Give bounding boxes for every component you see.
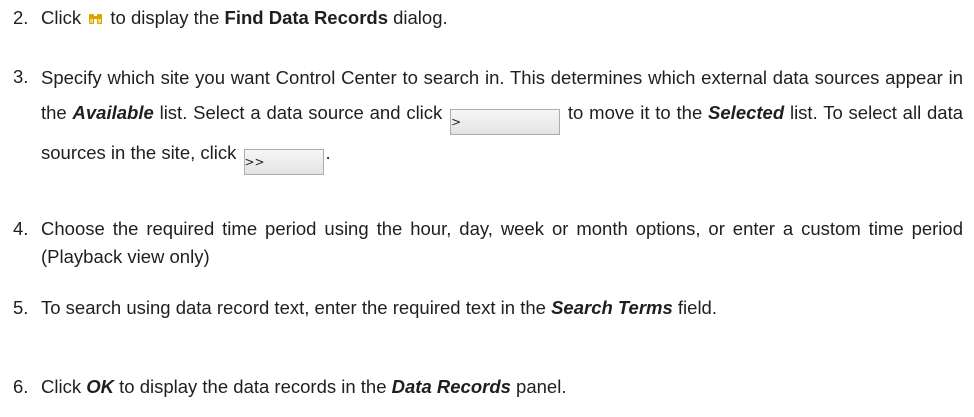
step-4: 4. Choose the required time period using… — [13, 215, 963, 271]
step-number: 2. — [13, 7, 29, 28]
step-5: 5. To search using data record text, ent… — [13, 294, 963, 322]
step-3: 3. Specify which site you want Control C… — [13, 63, 963, 175]
step-text: To search using data record text, enter … — [41, 297, 717, 318]
step-number: 5. — [13, 297, 29, 318]
step-text: Specify which site you want Control Cent… — [41, 60, 963, 175]
binoculars-icon — [89, 14, 103, 24]
step-2: 2. Click to display the Find Data Record… — [13, 4, 963, 32]
move-selected-button[interactable]: > — [450, 109, 561, 135]
step-6: 6. Click OK to display the data records … — [13, 373, 963, 401]
step-number: 3. — [13, 66, 29, 87]
step-text: Click OK to display the data records in … — [41, 376, 567, 397]
step-number: 6. — [13, 376, 29, 397]
step-number: 4. — [13, 218, 29, 239]
move-all-button[interactable]: >> — [243, 149, 324, 175]
step-text: Choose the required time period using th… — [41, 218, 963, 267]
step-text: Click to display the Find Data Records d… — [41, 7, 448, 28]
dialog-name: Find Data Records — [224, 7, 388, 28]
